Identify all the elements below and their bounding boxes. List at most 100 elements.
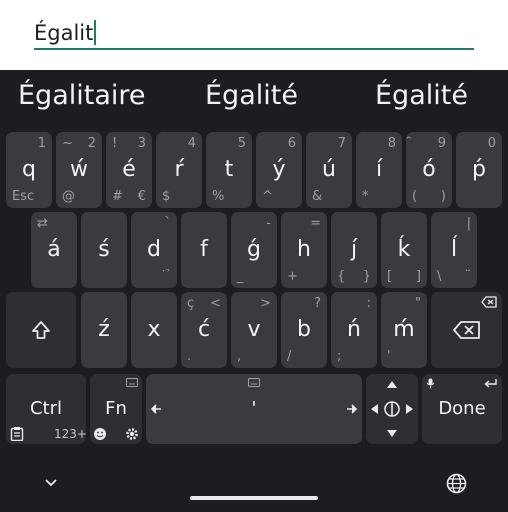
key-main-label: ń — [347, 317, 361, 342]
key-hint-tr: " — [415, 296, 421, 311]
key-hint-tl: ~ — [62, 136, 73, 151]
key-main-label: ź — [98, 317, 110, 342]
key-row2-0[interactable]: á ⇄ — [31, 212, 77, 288]
key-main-label: ȷ́ — [350, 237, 358, 262]
key-row2-7[interactable]: ḱ [] — [381, 212, 427, 288]
key-hint-br: } — [362, 269, 371, 284]
key-hint-bl: + — [287, 269, 298, 284]
cursor-left-icon — [150, 404, 161, 414]
key-hint-bl: $ — [162, 189, 171, 204]
keyboard-small-icon — [248, 378, 260, 387]
key-row2-5[interactable]: h = + — [281, 212, 327, 288]
key-hint-bl: @ — [62, 189, 75, 204]
key-hint-tr: : — [366, 296, 371, 311]
space-key[interactable]: ' — [146, 374, 362, 444]
key-main-label: q — [22, 157, 36, 182]
space-apostrophe: ' — [251, 398, 257, 420]
text-caret — [94, 20, 97, 45]
key-main-label: ĺ — [450, 237, 458, 262]
key-hint-bl: ' — [387, 349, 391, 364]
key-main-label: ǵ — [247, 237, 261, 262]
key-row2-1[interactable]: ś — [81, 212, 127, 288]
input-text-value: Égalit — [34, 21, 94, 45]
done-label: Done — [438, 398, 486, 420]
key-row1-4[interactable]: t 5% — [206, 132, 252, 208]
shift-key[interactable] — [6, 292, 76, 368]
text-input[interactable]: Égalit — [34, 20, 97, 45]
key-hint-tr: ` — [164, 216, 172, 231]
key-row1-7[interactable]: í 8 * — [356, 132, 402, 208]
suggestion-3[interactable]: Égalité — [375, 80, 468, 111]
key-hint-tr: ? — [314, 296, 321, 311]
clipboard-icon — [10, 427, 24, 441]
key-row1-1[interactable]: ẃ 2 ~ @ — [56, 132, 102, 208]
key-row2-3[interactable]: f — [181, 212, 227, 288]
mic-icon — [426, 378, 435, 389]
globe-icon[interactable] — [446, 473, 467, 494]
key-row1-6[interactable]: ú 7 & — [306, 132, 352, 208]
fn-key[interactable]: Fn 123+ — [54, 374, 142, 444]
key-main-label: d — [147, 237, 161, 262]
key-main-label: ć — [197, 317, 211, 342]
key-row1-5[interactable]: ý 6 ^ — [256, 132, 302, 208]
key-hint-br: ) — [440, 189, 446, 204]
key-main-label: é — [122, 157, 136, 182]
key-hint-bl: [ — [387, 269, 393, 284]
backspace-key[interactable] — [431, 292, 502, 368]
key-hint-bl: _ — [237, 269, 244, 284]
key-main-label: t — [224, 157, 234, 182]
key-main-label: v — [247, 317, 261, 342]
keyboard-small-icon — [126, 378, 138, 387]
key-hint-tr: | — [466, 216, 471, 231]
key-row1-3[interactable]: ŕ 4 $ — [156, 132, 202, 208]
key-row3-5[interactable]: ń:; — [331, 292, 377, 368]
key-row2-2[interactable]: d `̇ ̉ — [131, 212, 177, 288]
cursor-right-icon — [347, 404, 358, 414]
key-hint-bl: , — [237, 349, 242, 364]
text-input-area[interactable]: Égalit — [0, 0, 508, 70]
key-main-label: ý — [272, 157, 286, 182]
suggestion-1[interactable]: Égalitaire — [18, 80, 146, 111]
key-hint-tr: 8 — [387, 136, 396, 151]
shift-icon — [32, 321, 50, 339]
enter-icon — [484, 379, 497, 388]
key-main-label: í — [375, 157, 383, 182]
dpad-key[interactable] — [366, 374, 418, 444]
key-hint-bl: ^ — [262, 189, 273, 204]
key-hint-bl: \ — [437, 269, 442, 284]
key-row3-0[interactable]: ź — [81, 292, 127, 368]
key-row2-4[interactable]: ǵ - _ — [231, 212, 277, 288]
key-row1-2[interactable]: é 3! # € — [106, 132, 152, 208]
key-hint-bl: % — [212, 189, 225, 204]
key-main-label: b — [297, 317, 311, 342]
key-row3-4[interactable]: b? / — [281, 292, 327, 368]
key-row3-1[interactable]: x — [131, 292, 177, 368]
key-row3-6[interactable]: ḿ " ' — [381, 292, 427, 368]
key-main-label: f — [200, 237, 208, 262]
key-row3-3[interactable]: v >, — [231, 292, 277, 368]
key-hint-tr: 9 — [437, 136, 446, 151]
key-row3-2[interactable]: ć < ç. — [181, 292, 227, 368]
done-key[interactable]: Done — [422, 374, 502, 444]
hide-keyboard-icon[interactable] — [44, 478, 58, 488]
key-row2-8[interactable]: ĺ|\̈ — [431, 212, 477, 288]
key-row1-0[interactable]: q 1 Esc — [6, 132, 52, 208]
suggestion-2[interactable]: Égalité — [205, 80, 298, 111]
key-hint-tr: < — [210, 296, 221, 311]
key-hint-tr: 6 — [287, 136, 296, 151]
key-main-label: ó — [422, 157, 436, 182]
numbers-label: 123+ — [54, 427, 87, 441]
key-hint-br: € — [137, 189, 146, 204]
key-row1-8[interactable]: ó9̑() — [406, 132, 452, 208]
key-row2-6[interactable]: ȷ́ {} — [331, 212, 377, 288]
key-hint-tr: 0 — [487, 136, 496, 151]
key-main-label: h — [297, 237, 311, 262]
ctrl-label: Ctrl — [29, 398, 63, 420]
key-hint-tr: > — [260, 296, 271, 311]
home-handle[interactable] — [190, 496, 318, 500]
key-row1-9[interactable]: ṕ0 — [456, 132, 502, 208]
key-hint-tr: 1 — [37, 136, 46, 151]
emoji-icon — [94, 428, 106, 440]
key-hint-bl: # — [112, 189, 123, 204]
key-hint-tr: 2 — [87, 136, 96, 151]
